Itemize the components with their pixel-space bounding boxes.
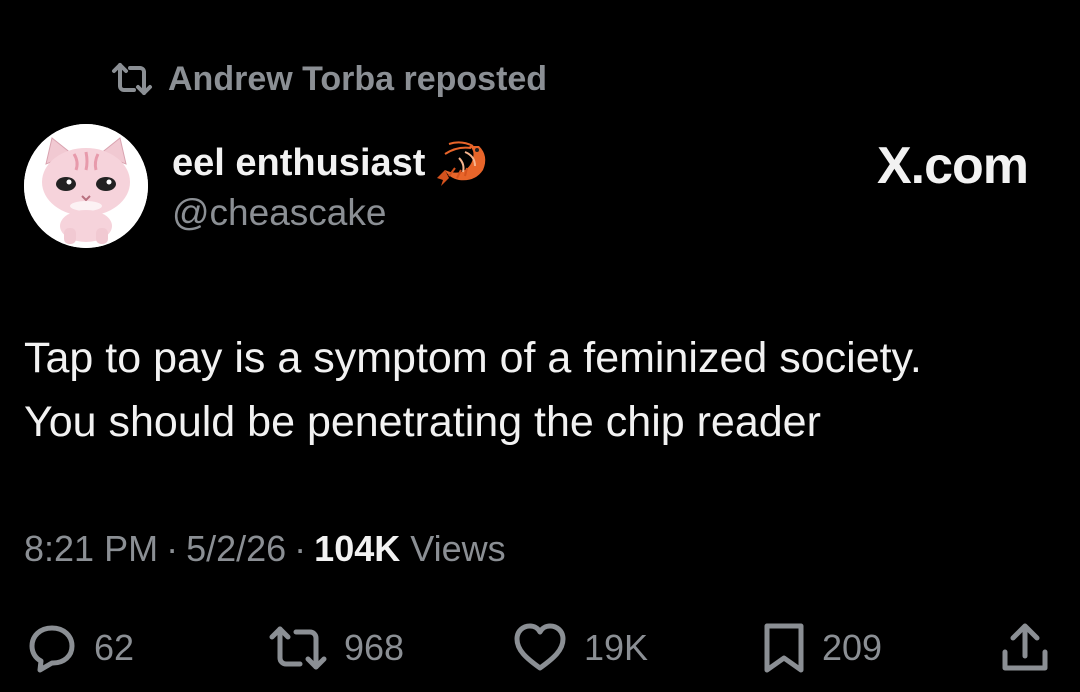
- repost-icon: [110, 62, 154, 96]
- shrimp-emoji-icon: [435, 138, 491, 188]
- repost-label: Andrew Torba reposted: [168, 59, 548, 98]
- bookmark-icon: [762, 622, 806, 674]
- views-count: 104K: [314, 528, 401, 569]
- meta-separator: ·: [294, 528, 307, 569]
- tweet-time[interactable]: 8:21 PM: [24, 528, 158, 569]
- cat-avatar-image: [24, 124, 148, 248]
- tweet-text-line: You should be penetrating the chip reade…: [24, 398, 821, 446]
- meta-separator: ·: [166, 528, 179, 569]
- tweet-text-line: Tap to pay is a symptom of a feminized s…: [24, 334, 922, 382]
- repost-button[interactable]: 968: [268, 620, 404, 676]
- share-icon: [1000, 622, 1050, 674]
- x-com-watermark: X.com: [876, 137, 1029, 195]
- author-display-name[interactable]: eel enthusiast: [172, 142, 425, 185]
- reply-icon: [26, 622, 78, 674]
- reply-button[interactable]: 62: [26, 620, 134, 676]
- repost-indicator[interactable]: Andrew Torba reposted: [110, 58, 547, 100]
- bookmark-button[interactable]: 209: [762, 620, 882, 676]
- like-count: 19K: [584, 627, 649, 668]
- tweet-meta: 8:21 PM · 5/2/26 · 104K Views: [24, 528, 506, 570]
- author-name-row[interactable]: eel enthusiast: [172, 140, 491, 186]
- tweet-date[interactable]: 5/2/26: [186, 528, 286, 569]
- share-button[interactable]: [1000, 620, 1050, 676]
- repost-icon: [268, 624, 328, 672]
- author-handle[interactable]: @cheascake: [172, 192, 386, 234]
- bookmark-count: 209: [822, 627, 883, 668]
- tweet-text: Tap to pay is a symptom of a feminized s…: [24, 326, 1054, 454]
- heart-icon: [512, 622, 568, 674]
- views-label: Views: [410, 528, 506, 569]
- action-bar: 62 968 19K 209: [0, 620, 1080, 676]
- avatar[interactable]: [24, 124, 148, 248]
- like-button[interactable]: 19K: [512, 620, 648, 676]
- reply-count: 62: [94, 627, 135, 668]
- repost-count: 968: [344, 627, 405, 668]
